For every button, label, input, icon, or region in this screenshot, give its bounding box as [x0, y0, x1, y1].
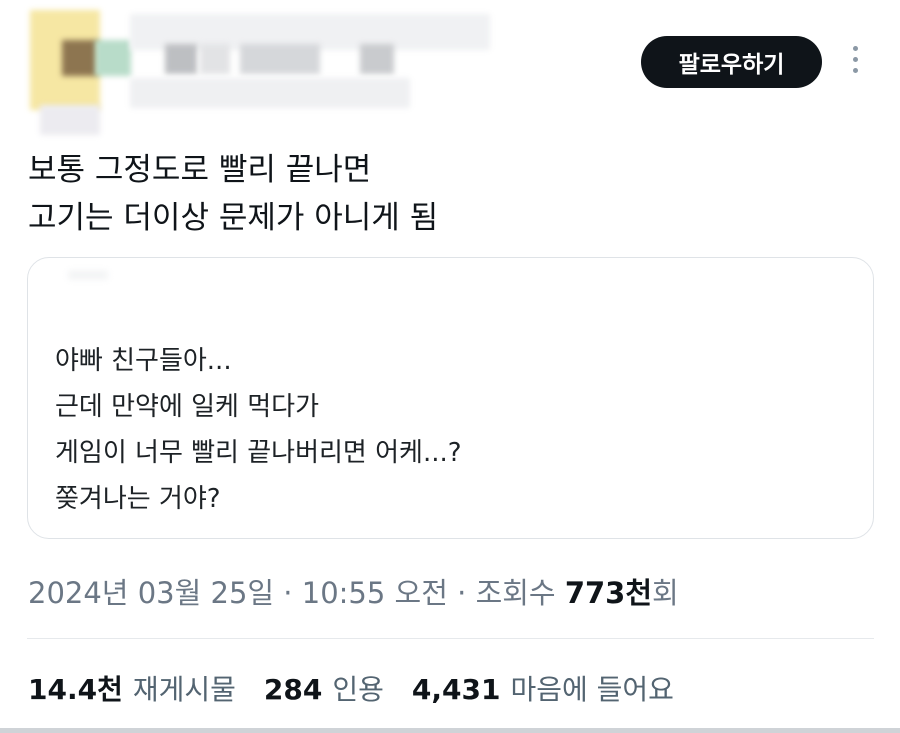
- quote-line: 쫒겨나는 거야?: [55, 484, 221, 514]
- tweet-metadata: 2024년 03월 25일 · 10:55 오전 · 조회수 773천회: [28, 570, 679, 612]
- tweet-line: 보통 그정도로 빨리 끝나면: [28, 152, 372, 188]
- quotes-count: 284: [263, 673, 323, 706]
- quoted-tweet-card[interactable]: 야빠 친구들아... 근데 만약에 일케 먹다가 게임이 너무 빨리 끝나버리면…: [27, 257, 874, 539]
- quoted-tweet-text: 야빠 친구들아... 근데 만약에 일케 먹다가 게임이 너무 빨리 끝나버리면…: [55, 338, 462, 522]
- quote-line: 야빠 친구들아...: [55, 346, 232, 376]
- quote-line: 게임이 너무 빨리 끝나버리면 어케...?: [55, 438, 462, 468]
- more-vertical-icon[interactable]: [845, 46, 865, 78]
- bottom-border: [0, 728, 900, 733]
- likes-count: 4,431: [411, 673, 501, 706]
- separator: ·: [447, 576, 476, 610]
- views-count: 773천: [564, 576, 653, 610]
- quotes-stat[interactable]: 284 인용: [264, 668, 384, 708]
- views-suffix: 회: [652, 576, 679, 610]
- reposts-stat[interactable]: 14.4천 재게시물: [28, 668, 236, 708]
- quotes-label: 인용: [332, 673, 384, 706]
- engagement-stats: 14.4천 재게시물 284 인용 4,431 마음에 들어요: [28, 668, 702, 708]
- tweet-text: 보통 그정도로 빨리 끝나면 고기는 더이상 문제가 아니게 됨: [28, 146, 868, 242]
- separator: ·: [274, 576, 302, 610]
- likes-label: 마음에 들어요: [510, 673, 674, 706]
- post-time[interactable]: 10:55 오전: [302, 576, 448, 610]
- likes-stat[interactable]: 4,431 마음에 들어요: [412, 668, 674, 708]
- reposts-label: 재게시물: [132, 673, 236, 706]
- tweet-header: 팔로우하기: [0, 0, 900, 140]
- quote-line: 근데 만약에 일케 먹다가: [55, 392, 319, 422]
- reposts-count: 14.4천: [28, 673, 123, 706]
- post-date[interactable]: 2024년 03월 25일: [28, 576, 274, 610]
- tweet-line: 고기는 더이상 문제가 아니게 됨: [28, 200, 439, 236]
- follow-button[interactable]: 팔로우하기: [641, 36, 822, 88]
- views-prefix: 조회수: [475, 576, 565, 610]
- divider: [27, 638, 874, 639]
